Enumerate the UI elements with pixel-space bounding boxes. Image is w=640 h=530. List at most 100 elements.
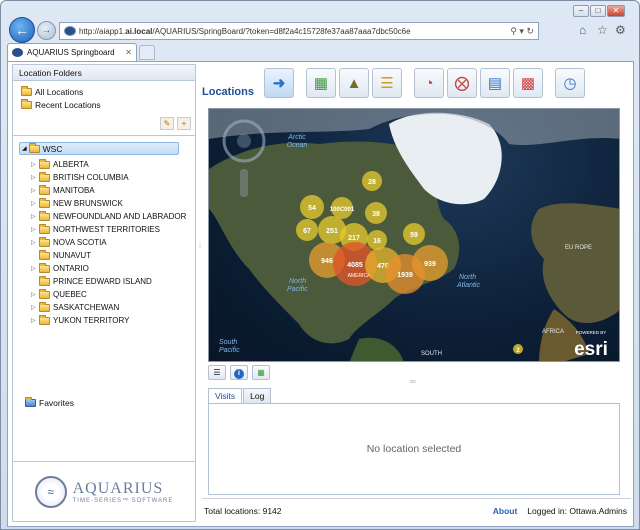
map-label: EU ROPE (565, 245, 592, 251)
tree-item[interactable]: ▷ ONTARIO (31, 262, 186, 275)
folder-icon (39, 210, 50, 221)
tab-close-icon[interactable]: ✕ (125, 48, 132, 57)
total-locations: Total locations: 9142 (204, 505, 282, 516)
expand-arrow-icon[interactable]: ▷ (31, 226, 39, 233)
expand-arrow-icon[interactable]: ▷ (31, 265, 39, 272)
tab-log[interactable]: Log (243, 388, 272, 404)
main-toolbar: ➜ ▦ ▲ ☰ ◔ ⨂ ▤ ▩ ◷ (264, 68, 585, 98)
expand-arrow-icon[interactable]: ▷ (31, 213, 39, 220)
expand-arrow-icon[interactable]: ▷ (31, 174, 39, 181)
tree-item[interactable]: ▷ YUKON TERRITORY (31, 314, 186, 327)
page-title: Locations (202, 86, 254, 98)
logged-in-text: Logged in: Ottawa.Admins (527, 505, 627, 516)
close-button[interactable]: ✕ (607, 5, 625, 17)
tree-item[interactable]: ▷ MANITOBA (31, 184, 186, 197)
tree-item[interactable]: ▷ NORTHWEST TERRITORIES (31, 223, 186, 236)
tree-item-label: NORTHWEST TERRITORIES (53, 225, 160, 234)
favorites-item[interactable]: Favorites (25, 397, 74, 408)
grid-chart-icon[interactable]: ▩ (513, 68, 543, 98)
back-button[interactable]: ← (9, 17, 35, 43)
zoom-slider[interactable] (240, 169, 248, 197)
home-icon[interactable]: ⌂ (579, 23, 586, 37)
gauge-icon[interactable]: ◔ (414, 68, 444, 98)
cluster-label: 217 (348, 235, 360, 242)
map-label: North (289, 278, 306, 285)
folder-icon (39, 314, 50, 325)
map-view-icon[interactable]: ▦ (252, 365, 270, 380)
recent-locations-label: Recent Locations (35, 99, 101, 110)
folder-icon (39, 223, 50, 234)
tree-item[interactable]: ▷ BRITISH COLUMBIA (31, 171, 186, 184)
tree-item[interactable]: ▷ QUEBEC (31, 288, 186, 301)
browser-tab[interactable]: AQUARIUS Springboard ✕ (7, 43, 137, 61)
list-view-icon[interactable]: ☰ (208, 365, 226, 380)
expand-arrow-icon[interactable]: ▷ (31, 187, 39, 194)
star-icon[interactable]: ☆ (597, 23, 608, 37)
search-icon[interactable]: ⚲ ▾ ↻ (510, 26, 534, 37)
arrow-right-icon[interactable]: ➜ (264, 68, 294, 98)
locations-map[interactable]: Arctic Ocean North Pacific North Atlanti… (208, 108, 620, 362)
forward-button[interactable]: → (37, 21, 56, 40)
expand-arrow-icon[interactable]: ▷ (31, 161, 39, 168)
recent-locations-link[interactable]: Recent Locations (13, 98, 195, 111)
tree-item[interactable]: ▷ SASKATCHEWAN (31, 301, 186, 314)
all-locations-link[interactable]: All Locations (13, 85, 195, 98)
about-link[interactable]: About (493, 506, 518, 516)
expand-arrow-icon[interactable]: ▷ (31, 291, 39, 298)
folder-icon (39, 171, 50, 182)
folder-icon (39, 158, 50, 169)
cluster-label: 67 (303, 228, 311, 235)
map-icon[interactable]: ▦ (306, 68, 336, 98)
expand-icon[interactable]: ◢ (22, 145, 27, 152)
panel-splitter[interactable]: ⋮ (197, 242, 203, 262)
tab-visits[interactable]: Visits (208, 388, 243, 404)
tree-item-label: ALBERTA (53, 160, 89, 169)
esri-powered-label: POWERED BY (576, 330, 607, 335)
tree-item-label: NEW BRUNSWICK (53, 199, 123, 208)
chart-icon[interactable]: ▤ (480, 68, 510, 98)
map-label: AFRICA (542, 329, 564, 335)
expand-arrow-icon[interactable]: ▷ (31, 200, 39, 207)
favorites-label: Favorites (39, 398, 74, 408)
minimize-button[interactable]: – (573, 5, 589, 17)
map-label: Pacific (287, 286, 308, 293)
map-label: Pacific (219, 347, 240, 354)
tree-root-wsc[interactable]: ◢ WSC (19, 142, 179, 155)
resize-handle[interactable]: ═ (410, 377, 416, 386)
browser-tab-row: AQUARIUS Springboard ✕ (1, 41, 639, 61)
new-folder-icon[interactable]: + (177, 117, 191, 130)
site-icon (64, 26, 76, 36)
tree-item[interactable]: NUNAVUT (31, 249, 186, 262)
compass-icon[interactable]: ⨂ (447, 68, 477, 98)
tree-item[interactable]: PRINCE EDWARD ISLAND (31, 275, 186, 288)
folder-icon (39, 288, 50, 299)
tree-item[interactable]: ▷ ALBERTA (31, 158, 186, 171)
cluster-label: 251 (326, 228, 338, 235)
folder-icon (39, 236, 50, 247)
tree-item[interactable]: ▷ NEWFOUNDLAND AND LABRADOR (31, 210, 186, 223)
empty-message: No location selected (366, 443, 462, 455)
edit-folder-icon[interactable]: ✎ (160, 117, 174, 130)
tree-item[interactable]: ▷ NOVA SCOTIA (31, 236, 186, 249)
maximize-button[interactable]: □ (590, 5, 606, 17)
expand-arrow-icon[interactable]: ▷ (31, 304, 39, 311)
esri-logo: esri (574, 339, 608, 360)
expand-arrow-icon[interactable]: ▷ (31, 239, 39, 246)
tree-item[interactable]: ▷ NEW BRUNSWICK (31, 197, 186, 210)
gear-icon[interactable]: ⚙ (615, 23, 626, 37)
folder-clock-icon (21, 98, 32, 109)
folder-chart-icon[interactable]: ☰ (372, 68, 402, 98)
tree-item-label: QUEBEC (53, 290, 87, 299)
address-input[interactable]: http://aiapp1. ai.local/AQUARIUS/SpringBo… (59, 22, 539, 40)
new-tab-button[interactable] (139, 45, 155, 60)
map-label: North (459, 274, 476, 281)
clock-icon[interactable]: ◷ (555, 68, 585, 98)
tree-item-label: SASKATCHEWAN (53, 303, 120, 312)
expand-arrow-icon[interactable]: ▷ (31, 317, 39, 324)
info-icon[interactable]: i (230, 365, 248, 380)
map-canvas[interactable]: Arctic Ocean North Pacific North Atlanti… (209, 109, 620, 362)
logo-name: AQUARIUS (72, 479, 164, 497)
folder-icon (39, 184, 50, 195)
boots-icon[interactable]: ▲ (339, 68, 369, 98)
tree-item-label: NOVA SCOTIA (53, 238, 107, 247)
